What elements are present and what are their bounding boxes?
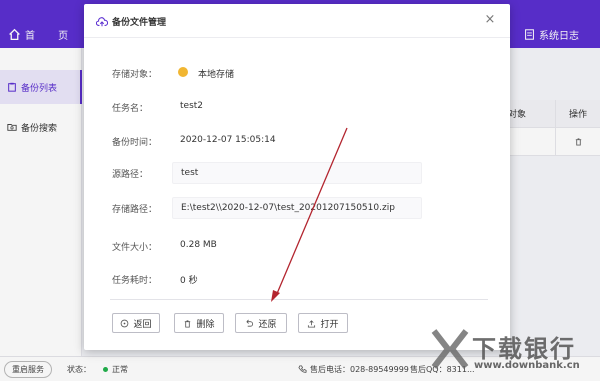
upload-icon — [308, 319, 316, 328]
open-button-label: 打开 — [320, 319, 339, 330]
storage-icon — [178, 67, 188, 77]
back-button[interactable]: 返回 — [112, 313, 160, 333]
field-value: test2 — [180, 101, 204, 111]
storage-path-box[interactable]: E:\test2\\2020-12-07\test_20201207150510… — [172, 197, 422, 219]
field-label: 任务耗时： — [112, 276, 158, 286]
circle-back-icon — [121, 319, 129, 327]
source-path-box[interactable]: test — [172, 162, 422, 184]
close-icon[interactable]: × — [482, 12, 498, 28]
field-value: 0 秒 — [180, 276, 198, 286]
field-value: 本地存储 — [198, 70, 235, 80]
back-button-label: 返回 — [133, 319, 152, 330]
delete-button[interactable]: 删除 — [174, 313, 224, 333]
trash-icon — [185, 319, 191, 328]
field-label: 文件大小： — [112, 243, 158, 253]
field-label: 存储对象： — [112, 70, 158, 80]
dialog-title: 备份文件管理 — [96, 15, 166, 28]
field-value: 0.28 MB — [180, 240, 217, 250]
field-value: test — [181, 168, 199, 178]
open-button[interactable]: 打开 — [298, 313, 348, 333]
field-task-duration: 任务耗时： 0 秒 — [84, 268, 510, 290]
field-label: 存储路径： — [112, 205, 158, 215]
field-source-path: 源路径： test — [84, 162, 510, 184]
field-task-name: 任务名： test2 — [84, 96, 510, 118]
backup-file-dialog: 备份文件管理 × 存储对象： 本地存储 任务名： test2 备份时间： 202… — [84, 4, 510, 350]
field-storage-path: 存储路径： E:\test2\\2020-12-07\test_20201207… — [84, 197, 510, 219]
restore-button[interactable]: 还原 — [235, 313, 287, 333]
dialog-divider — [110, 299, 488, 300]
field-value: E:\test2\\2020-12-07\test_20201207150510… — [181, 203, 395, 213]
field-value: 2020-12-07 15:05:14 — [180, 135, 276, 145]
field-file-size: 文件大小： 0.28 MB — [84, 235, 510, 257]
field-label: 备份时间： — [112, 138, 158, 148]
restore-button-label: 还原 — [258, 319, 277, 330]
field-backup-time: 备份时间： 2020-12-07 15:05:14 — [84, 130, 510, 152]
cloud-upload-icon — [96, 16, 108, 26]
undo-icon — [246, 319, 254, 327]
delete-button-label: 删除 — [196, 319, 215, 330]
field-storage-object: 存储对象： 本地存储 — [84, 62, 510, 84]
field-label: 源路径： — [112, 170, 149, 180]
dialog-title-text: 备份文件管理 — [112, 18, 167, 28]
dialog-header: 备份文件管理 × — [84, 4, 510, 38]
field-label: 任务名： — [112, 104, 149, 114]
